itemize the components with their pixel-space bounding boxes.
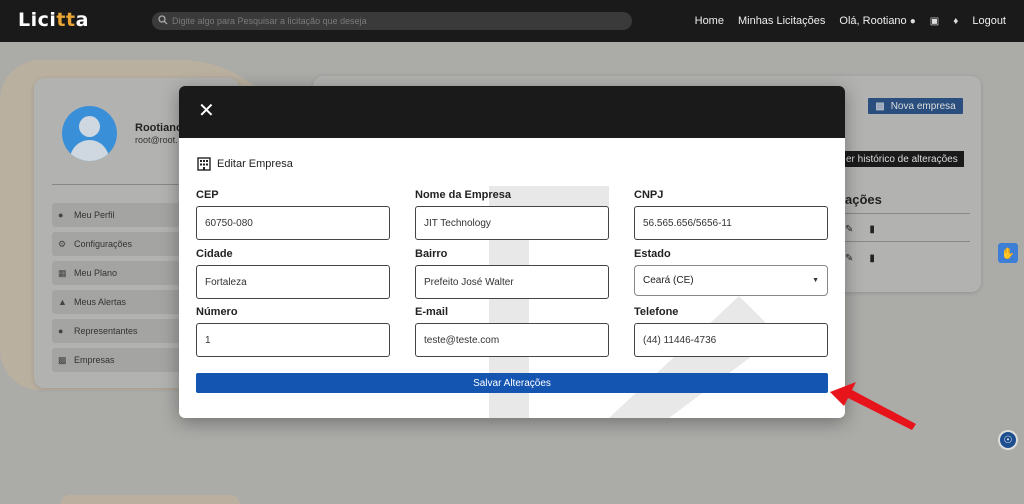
divider — [845, 213, 970, 214]
edit-icon[interactable]: ✎ — [845, 224, 853, 235]
bell-icon[interactable]: ♦ — [953, 16, 958, 27]
number-label: Número — [196, 306, 238, 318]
cep-input[interactable]: 60750-080 — [196, 206, 390, 240]
trash-icon[interactable]: ▮ — [869, 224, 875, 235]
cnpj-input[interactable]: 56.565.656/5656-11 — [634, 206, 828, 240]
gear-icon: ⚙ — [58, 238, 67, 249]
nav-links: Home Minhas Licitações Olá, Rootiano ● ▣… — [695, 0, 1006, 42]
state-field: Estado Ceará (CE) ▼ — [634, 248, 828, 296]
decorative-shape — [60, 495, 240, 504]
table-row-actions: ✎ ▮ — [845, 253, 875, 264]
nav-home[interactable]: Home — [695, 15, 724, 27]
accessibility-icon[interactable]: ✋ — [998, 243, 1018, 263]
warning-icon: ▲ — [58, 297, 67, 307]
user-icon: ● — [909, 16, 916, 27]
phone-label: Telefone — [634, 306, 679, 318]
logout-link[interactable]: Logout — [972, 15, 1006, 27]
user-icon: ● — [58, 210, 64, 220]
phone-input[interactable]: (44) 11446-4736 — [634, 323, 828, 357]
number-input[interactable]: 1 — [196, 323, 390, 357]
building-icon: ▩ — [58, 354, 67, 365]
company-name-label: Nome da Empresa — [415, 189, 511, 201]
annotation-arrow-icon — [830, 382, 916, 430]
number-field: Número 1 — [196, 306, 390, 357]
city-input[interactable]: Fortaleza — [196, 265, 390, 299]
close-icon[interactable]: ✕ — [198, 101, 215, 121]
neighborhood-input[interactable]: Prefeito José Walter — [415, 265, 609, 299]
table-row-actions: ✎ ▮ — [845, 224, 875, 235]
cep-field: CEP 60750-080 — [196, 189, 390, 240]
modal-header: ✕ — [179, 86, 845, 138]
phone-field: Telefone (44) 11446-4736 — [634, 306, 828, 357]
chevron-down-icon: ▼ — [812, 277, 819, 284]
card-icon[interactable]: ▣ — [930, 16, 939, 27]
nav-user-menu[interactable]: Olá, Rootiano ● — [839, 15, 915, 27]
cnpj-label: CNPJ — [634, 189, 664, 201]
save-button[interactable]: Salvar Alterações — [196, 373, 828, 393]
map-icon: ▦ — [58, 267, 67, 278]
search-icon — [158, 14, 172, 28]
accessibility-icon[interactable]: ☉ — [998, 430, 1018, 450]
state-label: Estado — [634, 248, 671, 260]
avatar — [62, 106, 117, 161]
top-navbar: Licitta Home Minhas Licitações Olá, Root… — [0, 0, 1024, 42]
app-logo[interactable]: Licitta — [18, 9, 89, 31]
edit-icon[interactable]: ✎ — [845, 253, 853, 264]
neighborhood-field: Bairro Prefeito José Walter — [415, 248, 609, 299]
users-icon: ● — [58, 326, 64, 336]
nav-minhas-licitacoes[interactable]: Minhas Licitações — [738, 15, 825, 27]
user-email: root@root. — [135, 135, 178, 145]
neighborhood-label: Bairro — [415, 248, 448, 260]
cnpj-field: CNPJ 56.565.656/5656-11 — [634, 189, 828, 240]
building-icon: ▩ — [875, 100, 885, 112]
search-input[interactable] — [172, 16, 612, 26]
building-icon — [197, 157, 211, 171]
email-field: E-mail teste@teste.com — [415, 306, 609, 357]
company-name-field: Nome da Empresa JIT Technology — [415, 189, 609, 240]
modal-title: Editar Empresa — [197, 157, 293, 171]
divider — [845, 241, 970, 242]
email-input[interactable]: teste@teste.com — [415, 323, 609, 357]
search-bar[interactable] — [152, 12, 632, 30]
edit-company-modal: ✕ Editar Empresa CEP 60750-080 Nome da E… — [179, 86, 845, 418]
user-name: Rootiano — [135, 122, 183, 134]
state-select[interactable]: Ceará (CE) ▼ — [634, 265, 828, 296]
actions-heading: ações — [845, 192, 882, 207]
trash-icon[interactable]: ▮ — [869, 253, 875, 264]
history-button[interactable]: er histórico de alterações — [840, 151, 964, 167]
city-field: Cidade Fortaleza — [196, 248, 390, 299]
new-company-button[interactable]: ▩ Nova empresa — [868, 98, 963, 114]
email-label: E-mail — [415, 306, 449, 318]
cep-label: CEP — [196, 189, 219, 201]
city-label: Cidade — [196, 248, 233, 260]
company-name-input[interactable]: JIT Technology — [415, 206, 609, 240]
